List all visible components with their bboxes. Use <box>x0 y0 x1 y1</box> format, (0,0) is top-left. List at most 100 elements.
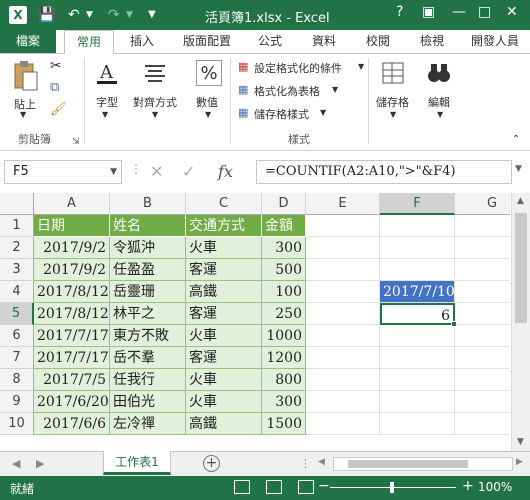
table-header-cell[interactable]: 姓名 <box>110 215 186 237</box>
minimize-button[interactable]: — <box>452 4 466 20</box>
cell[interactable] <box>306 391 380 413</box>
cells-button-label[interactable]: 儲存格 <box>376 94 409 110</box>
table-cell[interactable]: 1200 <box>262 347 306 369</box>
page-layout-view-icon[interactable] <box>266 480 282 494</box>
table-cell[interactable]: 火車 <box>186 237 262 259</box>
cell[interactable] <box>380 369 455 391</box>
restore-button[interactable]: □ <box>478 4 491 20</box>
cells-dropdown-icon[interactable]: ▼ <box>390 110 396 119</box>
table-cell[interactable]: 高鐵 <box>186 281 262 303</box>
cell[interactable] <box>455 369 510 391</box>
conditional-format-dropdown-icon[interactable]: ▼ <box>358 62 364 71</box>
table-cell[interactable]: 高鐵 <box>186 413 262 435</box>
row-header-1[interactable]: 1 <box>0 215 34 237</box>
cell[interactable] <box>306 303 380 325</box>
worksheet-grid[interactable]: ABCDEFG 1 2 3 4 5 6 7 8 9 10 日期 姓名 交通方式 金額 2017/9/2 令狐… <box>0 193 510 441</box>
add-sheet-icon[interactable]: + <box>203 455 220 472</box>
format-as-table-button[interactable]: 格式化為表格 <box>254 83 320 99</box>
zoom-in-icon[interactable]: + <box>462 478 474 494</box>
table-cell[interactable]: 300 <box>262 237 306 259</box>
cancel-icon[interactable]: ✕ <box>150 162 163 181</box>
table-cell[interactable]: 2017/7/5 <box>34 369 110 391</box>
vertical-scrollbar[interactable]: ▲ ▼ <box>511 193 530 451</box>
cell[interactable] <box>455 303 510 325</box>
insert-function-icon[interactable]: fx <box>218 162 233 181</box>
redo-dropdown-icon[interactable]: ▼ <box>126 5 133 25</box>
table-cell[interactable]: 林平之 <box>110 303 186 325</box>
help-button[interactable]: ? <box>396 4 403 20</box>
tab-developer[interactable]: 開發人員 <box>464 30 526 53</box>
tab-data[interactable]: 資料 <box>304 30 344 53</box>
cell[interactable] <box>455 347 510 369</box>
editing-button-label[interactable]: 編輯 <box>428 94 450 110</box>
tab-review[interactable]: 校閱 <box>358 30 398 53</box>
column-header-d[interactable]: D <box>262 193 306 215</box>
format-table-dropdown-icon[interactable]: ▼ <box>332 85 338 94</box>
zoom-slider-knob[interactable] <box>390 482 394 493</box>
column-header-b[interactable]: B <box>110 193 186 215</box>
align-icon[interactable] <box>142 60 168 86</box>
cell[interactable] <box>380 325 455 347</box>
table-header-cell[interactable]: 日期 <box>34 215 110 237</box>
save-icon[interactable]: 💾 <box>38 5 55 25</box>
cell[interactable] <box>380 347 455 369</box>
cell[interactable] <box>306 325 380 347</box>
hscroll-left-icon[interactable]: ◀ <box>318 457 325 467</box>
row-header-2[interactable]: 2 <box>0 237 34 259</box>
table-cell[interactable]: 岳不羣 <box>110 347 186 369</box>
table-cell[interactable]: 2017/7/17 <box>34 325 110 347</box>
ribbon-display-button[interactable]: ▣ <box>422 4 435 20</box>
table-cell[interactable]: 客運 <box>186 259 262 281</box>
sheet-tab-1[interactable]: 工作表1 <box>103 451 171 475</box>
cell[interactable] <box>306 215 380 237</box>
cell[interactable] <box>455 325 510 347</box>
enter-icon[interactable]: ✓ <box>182 162 195 181</box>
redo-icon[interactable]: ↷ <box>108 5 120 25</box>
undo-icon[interactable]: ↶ <box>68 5 80 25</box>
row-header-3[interactable]: 3 <box>0 259 34 281</box>
row-header-10[interactable]: 10 <box>0 413 34 435</box>
table-cell[interactable]: 2017/9/2 <box>34 259 110 281</box>
cells-icon[interactable] <box>380 60 406 86</box>
cell-styles-dropdown-icon[interactable]: ▼ <box>320 108 326 117</box>
cell-styles-button[interactable]: 儲存格樣式 <box>254 106 309 122</box>
table-cell[interactable]: 300 <box>262 391 306 413</box>
zoom-level[interactable]: 100% <box>478 480 512 494</box>
table-cell[interactable]: 250 <box>262 303 306 325</box>
cell[interactable] <box>306 259 380 281</box>
vertical-scroll-thumb[interactable] <box>515 213 527 323</box>
table-cell[interactable]: 2017/8/12 <box>34 303 110 325</box>
table-cell[interactable]: 2017/7/17 <box>34 347 110 369</box>
row-header-5[interactable]: 5 <box>0 303 34 325</box>
table-cell[interactable]: 100 <box>262 281 306 303</box>
format-painter-icon[interactable]: 🖌 <box>50 102 67 117</box>
paste-icon[interactable] <box>12 60 40 92</box>
table-header-cell[interactable]: 金額 <box>262 215 306 237</box>
table-cell[interactable]: 2017/6/20 <box>34 391 110 413</box>
table-cell[interactable]: 2017/6/6 <box>34 413 110 435</box>
close-button[interactable]: ✕ <box>506 4 518 20</box>
cell[interactable] <box>380 259 455 281</box>
tab-page-layout[interactable]: 版面配置 <box>176 30 238 53</box>
cell[interactable] <box>380 237 455 259</box>
cell[interactable] <box>380 413 455 435</box>
expand-formula-bar-icon[interactable]: ▼ <box>515 164 522 174</box>
number-format-icon[interactable]: % <box>196 60 222 86</box>
tab-file[interactable]: 檔案 <box>0 30 56 53</box>
cell[interactable] <box>380 215 455 237</box>
cell[interactable] <box>455 259 510 281</box>
cell[interactable] <box>455 237 510 259</box>
table-cell[interactable]: 任我行 <box>110 369 186 391</box>
align-button-label[interactable]: 對齊方式 <box>133 94 177 110</box>
horizontal-scrollbar[interactable] <box>333 457 513 471</box>
column-header-g[interactable]: G <box>455 193 510 215</box>
paste-dropdown-icon[interactable]: ▼ <box>20 110 26 119</box>
name-box-dropdown-icon[interactable]: ▼ <box>110 161 117 183</box>
table-cell[interactable]: 2017/8/12 <box>34 281 110 303</box>
row-header-7[interactable]: 7 <box>0 347 34 369</box>
page-break-view-icon[interactable] <box>298 480 314 494</box>
table-cell[interactable]: 1000 <box>262 325 306 347</box>
cell[interactable] <box>306 281 380 303</box>
name-box[interactable]: F5 ▼ <box>4 160 122 184</box>
table-cell[interactable]: 客運 <box>186 347 262 369</box>
